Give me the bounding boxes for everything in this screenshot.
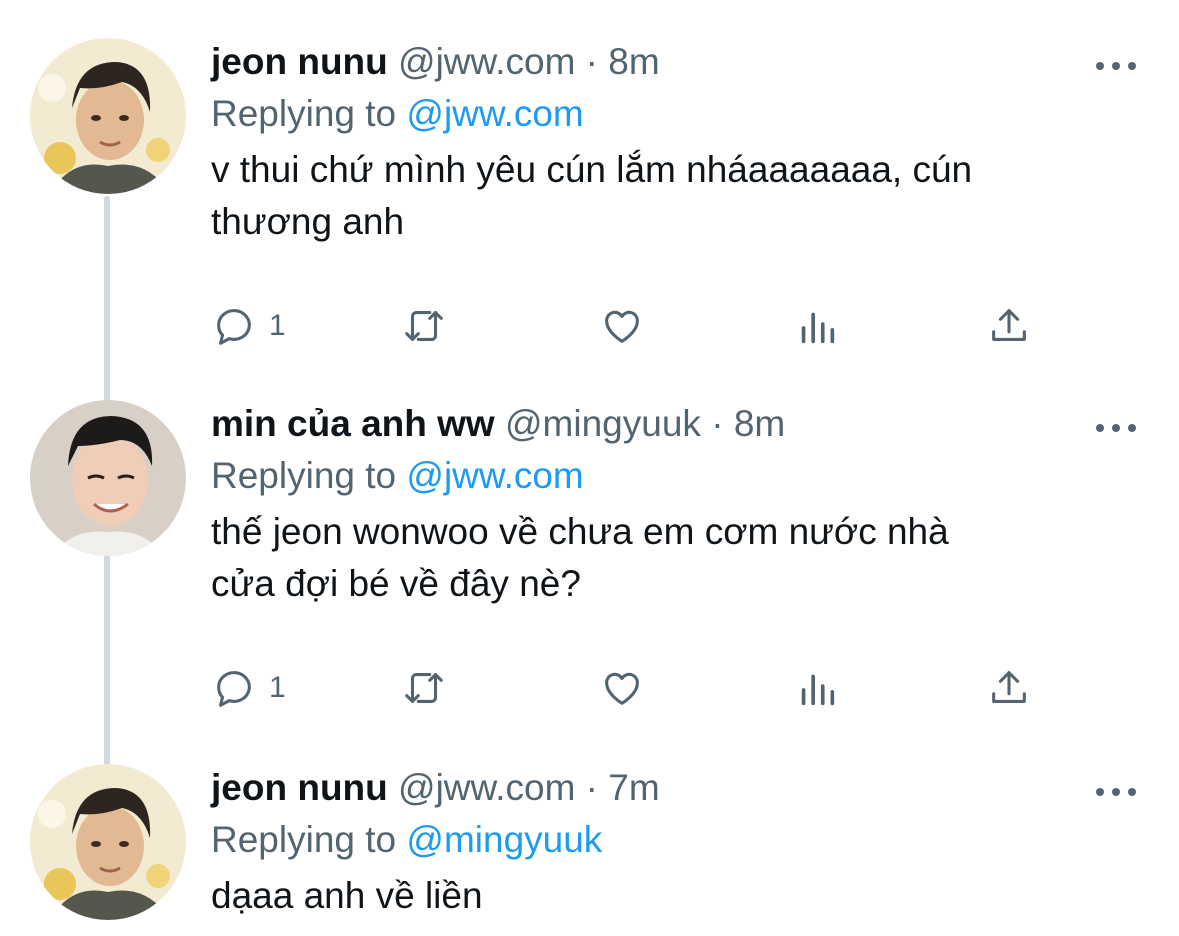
- tweet-header: jeon nunu @jww.com · 8m: [211, 40, 660, 84]
- display-name[interactable]: jeon nunu: [211, 41, 388, 82]
- tweet-text: dạaa anh về liền: [211, 870, 1151, 922]
- more-icon[interactable]: [1094, 420, 1138, 436]
- share-button[interactable]: [986, 300, 1032, 352]
- replying-to: Replying to @jww.com: [211, 92, 584, 136]
- replying-to-label: Replying to: [211, 93, 397, 134]
- avatar[interactable]: [30, 400, 186, 556]
- reply-button[interactable]: 1: [211, 662, 286, 714]
- tweet-text-line: thế jeon wonwoo về chưa em cơm nước nhà: [211, 511, 949, 552]
- tweet-text-line: v thui chứ mình yêu cún lắm nháaaaaaaa, …: [211, 149, 973, 190]
- replying-to-mention[interactable]: @mingyuuk: [406, 819, 602, 860]
- analytics-button[interactable]: [794, 300, 840, 352]
- share-icon: [992, 309, 1026, 341]
- timestamp[interactable]: 7m: [608, 767, 659, 808]
- replying-to-mention[interactable]: @jww.com: [406, 93, 583, 134]
- timestamp[interactable]: 8m: [734, 403, 785, 444]
- tweet-text-line: dạaa anh về liền: [211, 875, 483, 916]
- tweet-header: jeon nunu @jww.com · 7m: [211, 766, 660, 810]
- share-icon: [992, 671, 1026, 703]
- reply-count: 1: [269, 671, 286, 704]
- separator-dot: ·: [711, 403, 724, 444]
- replying-to-label: Replying to: [211, 819, 397, 860]
- retweet-icon: [405, 311, 443, 341]
- more-icon[interactable]: [1094, 58, 1138, 74]
- tweet-header: min của anh ww @mingyuuk · 8m: [211, 402, 785, 446]
- user-handle[interactable]: @mingyuuk: [505, 403, 701, 444]
- replying-to: Replying to @jww.com: [211, 454, 584, 498]
- user-handle[interactable]: @jww.com: [398, 41, 575, 82]
- replying-to: Replying to @mingyuuk: [211, 818, 602, 862]
- like-button[interactable]: [599, 300, 645, 352]
- replying-to-label: Replying to: [211, 455, 397, 496]
- timestamp[interactable]: 8m: [608, 41, 659, 82]
- display-name[interactable]: min của anh ww: [211, 403, 495, 444]
- tweet-actions: 1: [211, 662, 1111, 722]
- separator-dot: ·: [585, 41, 598, 82]
- avatar[interactable]: [30, 764, 186, 920]
- like-icon: [605, 672, 639, 705]
- analytics-button[interactable]: [794, 662, 840, 714]
- like-button[interactable]: [599, 662, 645, 714]
- reply-icon: [217, 309, 251, 345]
- tweet-actions: 1: [211, 300, 1111, 360]
- display-name[interactable]: jeon nunu: [211, 767, 388, 808]
- tweet-text-line: thương anh: [211, 201, 405, 242]
- analytics-icon: [801, 312, 835, 344]
- retweet-button[interactable]: [401, 300, 447, 352]
- more-icon[interactable]: [1094, 784, 1138, 800]
- like-icon: [605, 310, 639, 343]
- reply-count: 1: [269, 309, 286, 342]
- avatar[interactable]: [30, 38, 186, 194]
- reply-icon: [217, 671, 251, 707]
- analytics-icon: [801, 674, 835, 706]
- tweet-text-line: cửa đợi bé về đây nè?: [211, 563, 581, 604]
- retweet-button[interactable]: [401, 662, 447, 714]
- retweet-icon: [405, 673, 443, 703]
- separator-dot: ·: [585, 767, 598, 808]
- share-button[interactable]: [986, 662, 1032, 714]
- replying-to-mention[interactable]: @jww.com: [406, 455, 583, 496]
- user-handle[interactable]: @jww.com: [398, 767, 575, 808]
- reply-button[interactable]: 1: [211, 300, 286, 352]
- tweet-text: v thui chứ mình yêu cún lắm nháaaaaaaa, …: [211, 144, 1151, 248]
- tweet-text: thế jeon wonwoo về chưa em cơm nước nhà …: [211, 506, 1151, 610]
